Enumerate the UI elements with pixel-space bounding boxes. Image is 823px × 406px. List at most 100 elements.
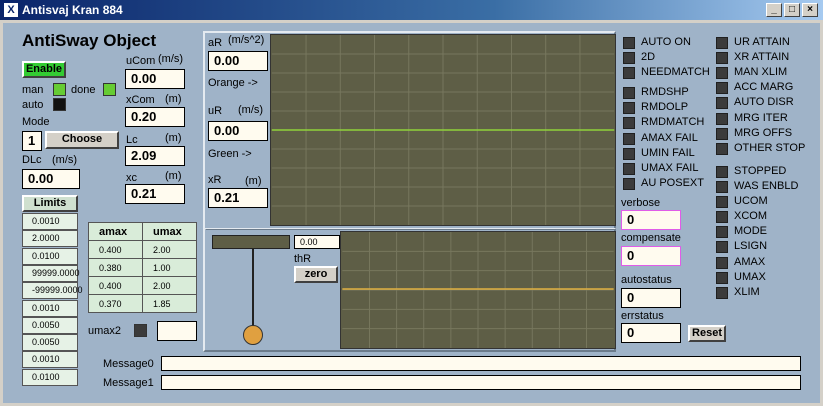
status-label: AMAX bbox=[734, 256, 766, 268]
table-cell[interactable]: 1.00 bbox=[142, 258, 197, 277]
thr-label: thR bbox=[294, 253, 312, 265]
limit-value[interactable]: 0.0010 bbox=[22, 213, 78, 230]
ucom-unit: (m/s) bbox=[158, 53, 184, 65]
table-row: 0.400 2.00 bbox=[88, 276, 197, 295]
status-label: XCOM bbox=[734, 210, 767, 222]
done-indicator bbox=[103, 83, 116, 96]
status-led bbox=[623, 148, 635, 160]
table-header-umax: umax bbox=[142, 222, 197, 241]
table-cell[interactable]: 0.400 bbox=[88, 276, 143, 295]
status-label: MODE bbox=[734, 225, 767, 237]
green-label: Green -> bbox=[208, 148, 252, 160]
status-label: RMDMATCH bbox=[641, 116, 705, 128]
pendulum-load bbox=[243, 325, 263, 345]
table-cell[interactable]: 0.400 bbox=[88, 240, 143, 259]
umax2-indicator[interactable] bbox=[134, 324, 147, 337]
status-label: AUTO ON bbox=[641, 36, 691, 48]
limit-value[interactable]: 0.0010 bbox=[22, 299, 78, 317]
table-row: 0.380 1.00 bbox=[88, 258, 197, 277]
status-label: 2D bbox=[641, 51, 656, 63]
title-bar[interactable]: X Antisvaj Kran 884 _ □ × bbox=[0, 0, 823, 20]
umax2-field[interactable] bbox=[157, 321, 197, 341]
reset-button[interactable]: Reset bbox=[688, 325, 726, 342]
thr-field[interactable]: 0.00 bbox=[294, 235, 340, 249]
table-cell[interactable]: 2.00 bbox=[142, 276, 197, 295]
status-led bbox=[716, 196, 728, 208]
limits-button[interactable]: Limits bbox=[22, 195, 78, 212]
limit-value[interactable]: 99999.0000 bbox=[22, 264, 80, 282]
limit-value[interactable]: 2.0000 bbox=[22, 230, 78, 248]
trend-plot-lower bbox=[340, 231, 616, 349]
table-cell[interactable]: 1.85 bbox=[142, 294, 197, 313]
lc-field[interactable]: 2.09 bbox=[125, 146, 185, 166]
auto-indicator[interactable] bbox=[53, 98, 66, 111]
status-led bbox=[716, 287, 728, 299]
compensate-label: compensate bbox=[621, 232, 681, 244]
ur-label: uR bbox=[208, 105, 223, 117]
limit-value[interactable]: 0.0050 bbox=[22, 316, 78, 334]
limit-value[interactable]: 0.0100 bbox=[22, 247, 78, 265]
ucom-field[interactable]: 0.00 bbox=[125, 69, 185, 89]
limit-value[interactable]: -99999.0000 bbox=[22, 282, 83, 300]
dlc-field[interactable]: 0.00 bbox=[22, 169, 80, 189]
status-led bbox=[716, 272, 728, 284]
status-led bbox=[716, 113, 728, 125]
choose-button[interactable]: Choose bbox=[45, 131, 119, 149]
status-led bbox=[623, 133, 635, 145]
xcom-label: xCom bbox=[126, 94, 155, 106]
limit-value[interactable]: 0.0100 bbox=[22, 368, 78, 386]
autostatus-field: 0 bbox=[621, 288, 681, 308]
errstatus-field: 0 bbox=[621, 323, 681, 343]
zero-button[interactable]: zero bbox=[294, 266, 338, 283]
minimize-icon[interactable]: _ bbox=[766, 3, 782, 17]
status-label: WAS ENBLD bbox=[734, 180, 799, 192]
table-cell[interactable]: 2.00 bbox=[142, 240, 197, 259]
ar-field[interactable]: 0.00 bbox=[208, 51, 268, 71]
status-label: AMAX FAIL bbox=[641, 132, 698, 144]
mode-field[interactable]: 1 bbox=[22, 131, 42, 151]
message1-label: Message1 bbox=[103, 377, 154, 389]
mode-label: Mode bbox=[22, 116, 50, 128]
xr-field[interactable]: 0.21 bbox=[208, 188, 268, 208]
status-led bbox=[716, 67, 728, 79]
close-icon[interactable]: × bbox=[802, 3, 818, 17]
maximize-icon[interactable]: □ bbox=[784, 3, 800, 17]
status-label: AUTO DISR bbox=[734, 96, 794, 108]
status-label: MRG ITER bbox=[734, 112, 788, 124]
enable-button[interactable]: Enable bbox=[22, 61, 66, 78]
ur-field[interactable]: 0.00 bbox=[208, 121, 268, 141]
xc-field[interactable]: 0.21 bbox=[125, 184, 185, 204]
status-label: MRG OFFS bbox=[734, 127, 793, 139]
status-led bbox=[623, 102, 635, 114]
xcom-field[interactable]: 0.20 bbox=[125, 107, 185, 127]
done-label: done bbox=[71, 84, 96, 96]
table-cell[interactable]: 0.380 bbox=[88, 258, 143, 277]
limit-value[interactable]: 0.0010 bbox=[22, 351, 78, 369]
ur-unit: (m/s) bbox=[238, 104, 264, 116]
ar-label: aR bbox=[208, 37, 223, 49]
lc-label: Lc bbox=[126, 134, 138, 146]
errstatus-label: errstatus bbox=[621, 310, 664, 322]
table-cell[interactable]: 0.370 bbox=[88, 294, 143, 313]
status-label: UR ATTAIN bbox=[734, 36, 790, 48]
status-led bbox=[623, 117, 635, 129]
verbose-field[interactable]: 0 bbox=[621, 210, 681, 230]
dlc-label: DLc bbox=[22, 154, 42, 166]
message1-field bbox=[161, 375, 801, 390]
man-indicator[interactable] bbox=[53, 83, 66, 96]
umax2-label: umax2 bbox=[88, 325, 122, 337]
verbose-label: verbose bbox=[621, 197, 661, 209]
limit-value[interactable]: 0.0050 bbox=[22, 334, 78, 352]
dlc-unit: (m/s) bbox=[52, 154, 78, 166]
status-led bbox=[623, 163, 635, 175]
xr-label: xR bbox=[208, 174, 222, 186]
trend-plot-upper bbox=[270, 34, 616, 226]
compensate-field[interactable]: 0 bbox=[621, 246, 681, 266]
status-label: XR ATTAIN bbox=[734, 51, 790, 63]
xc-label: xc bbox=[126, 172, 137, 184]
autostatus-label: autostatus bbox=[621, 274, 672, 286]
message0-field bbox=[161, 356, 801, 371]
status-led bbox=[716, 37, 728, 49]
status-led bbox=[623, 37, 635, 49]
message0-label: Message0 bbox=[103, 358, 154, 370]
